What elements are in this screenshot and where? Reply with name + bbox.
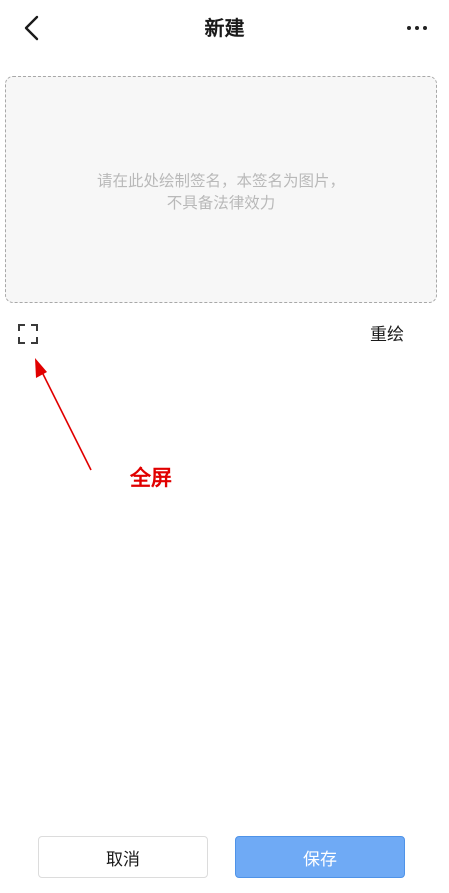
signature-canvas[interactable]: 请在此处绘制签名，本签名为图片，不具备法律效力 — [5, 76, 437, 303]
redraw-button[interactable]: 重绘 — [370, 323, 404, 347]
fullscreen-button[interactable] — [15, 321, 41, 347]
save-button[interactable]: 保存 — [235, 836, 405, 878]
page-title: 新建 — [204, 16, 245, 40]
fullscreen-icon — [18, 324, 38, 344]
cancel-button[interactable]: 取消 — [38, 836, 208, 878]
more-dot — [415, 26, 419, 30]
more-button[interactable] — [401, 12, 433, 44]
annotation-label: 全屏 — [130, 465, 172, 490]
top-bar: 新建 — [0, 0, 449, 56]
more-horizontal-icon — [407, 26, 411, 30]
more-dot — [423, 26, 427, 30]
signature-placeholder: 请在此处绘制签名，本签名为图片，不具备法律效力 — [96, 172, 345, 212]
